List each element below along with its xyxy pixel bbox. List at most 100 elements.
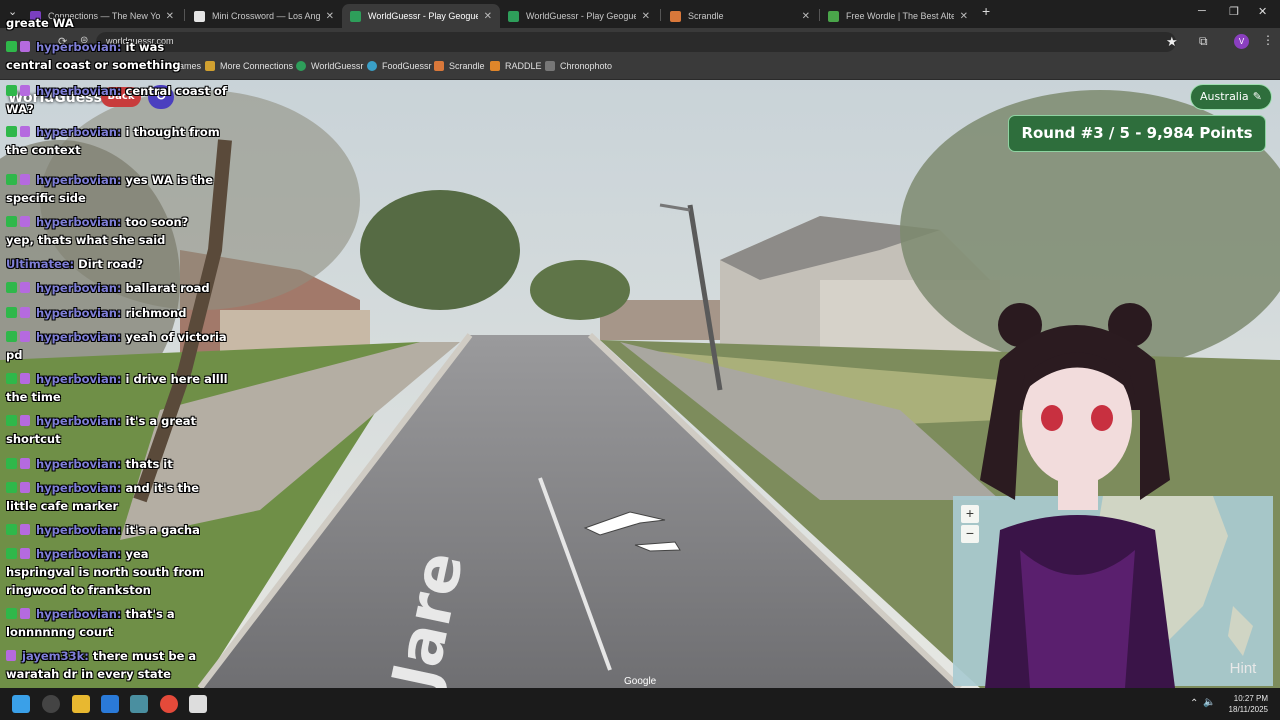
profile-avatar[interactable]: V — [1234, 34, 1249, 49]
chat-message: hyperbovian: and it's the little cafe mar… — [6, 479, 232, 515]
chat-text: Dirt road? — [78, 257, 144, 271]
chat-text: central coast or something — [6, 58, 181, 72]
verified-badge-icon — [6, 282, 17, 293]
clock-date: 18/11/2025 — [1228, 705, 1268, 714]
volume-icon[interactable]: 🔈 — [1203, 697, 1215, 708]
chrome-icon[interactable] — [160, 695, 178, 713]
subscriber-badge-icon — [20, 85, 30, 96]
globe-icon — [296, 61, 306, 71]
close-tab-icon[interactable]: ✕ — [326, 11, 334, 22]
verified-badge-icon — [6, 126, 17, 137]
subscriber-badge-icon — [20, 174, 30, 185]
bookmark-star-icon[interactable]: ★ — [1166, 34, 1178, 50]
tab-title: WorldGuessr - Play Geoguessr Free — [368, 11, 478, 21]
menu-kebab-icon[interactable]: ⋮ — [1262, 33, 1274, 47]
tab-worldguessr-active[interactable]: WorldGuessr - Play Geoguessr Free ✕ — [342, 4, 500, 28]
chat-message: hyperbovian: i thought from the context — [6, 123, 232, 159]
verified-badge-icon — [6, 307, 17, 318]
chat-message: central coast or something — [6, 56, 232, 74]
verified-badge-icon — [6, 458, 17, 469]
system-clock[interactable]: 10:27 PM 18/11/2025 — [1229, 693, 1268, 715]
streamer-avatar — [980, 303, 1175, 688]
verified-badge-icon — [6, 608, 17, 619]
verified-badge-icon — [6, 331, 17, 342]
store-icon[interactable] — [101, 695, 119, 713]
country-guess-pill[interactable]: Australia ✎ — [1190, 84, 1272, 110]
chat-message: hyperbovian: that's a lonnnnnng court — [6, 605, 232, 641]
chat-username: hyperbovian: — [36, 372, 122, 386]
chat-message: hyperbovian: thats it — [6, 455, 232, 473]
chat-message: hyperbovian: yeah of victoria pd — [6, 328, 232, 364]
minimize-icon[interactable]: ─ — [1198, 5, 1206, 17]
hint-button[interactable]: Hint — [1214, 656, 1272, 682]
chat-message: Ultimatee: Dirt road? — [6, 255, 232, 273]
chat-message: greate WA — [6, 14, 232, 32]
subscriber-badge-icon — [20, 307, 30, 318]
wordle-favicon — [828, 10, 839, 22]
close-tab-icon[interactable]: ✕ — [642, 11, 650, 22]
chat-text: thats it — [125, 457, 173, 471]
chat-username: Ultimatee: — [6, 257, 75, 271]
close-tab-icon[interactable]: ✕ — [960, 11, 968, 22]
chat-message: hyperbovian: it's a gacha — [6, 521, 232, 539]
chat-message: jayem33k: there must be a waratah dr in e… — [6, 647, 232, 683]
chat-username: hyperbovian: — [36, 173, 122, 187]
tab-title: Free Wordle | The Best Alternative — [846, 11, 954, 21]
url-field[interactable]: worldguessr.com — [96, 32, 1176, 52]
google-watermark: Google — [624, 676, 657, 687]
chat-text: it was — [125, 40, 165, 54]
close-window-icon[interactable]: ✕ — [1258, 5, 1267, 18]
bookmark-chronophoto[interactable]: Chronophoto — [545, 61, 612, 71]
bookmark-foodguessr[interactable]: FoodGuessr — [367, 61, 432, 71]
bookmark-worldguessr[interactable]: WorldGuessr — [296, 61, 363, 71]
chat-text: ballarat road — [125, 281, 210, 295]
chat-message: hyperbovian: yea — [6, 545, 232, 563]
chat-message: hyperbovian: it's a great shortcut — [6, 412, 232, 448]
tab-title: Scrandle — [688, 11, 724, 21]
new-tab-button[interactable]: + — [982, 3, 990, 19]
tab-free-wordle[interactable]: Free Wordle | The Best Alternative ✕ — [820, 4, 976, 28]
subscriber-badge-icon — [20, 524, 30, 535]
pencil-icon: ✎ — [1252, 90, 1262, 103]
close-tab-icon[interactable]: ✕ — [484, 11, 492, 22]
windows-taskbar: ⌃ 🔈 10:27 PM 18/11/2025 — [0, 688, 1280, 720]
subscriber-badge-icon — [20, 216, 30, 227]
chat-username: hyperbovian: — [36, 523, 122, 537]
verified-badge-icon — [6, 216, 17, 227]
app-icon[interactable] — [189, 695, 207, 713]
chat-message: hyperbovian: richmond — [6, 304, 232, 322]
subscriber-badge-icon — [20, 482, 30, 493]
chat-username: hyperbovian: — [36, 40, 122, 54]
vtube-studio-icon[interactable] — [130, 695, 148, 713]
bookmark-raddle[interactable]: RADDLE — [490, 61, 542, 71]
file-explorer-icon[interactable] — [72, 695, 90, 713]
close-tab-icon[interactable]: ✕ — [802, 11, 810, 22]
camera-icon — [545, 61, 555, 71]
tab-worldguessr[interactable]: WorldGuessr - Play Geoguessr Free ✕ — [500, 4, 658, 28]
chat-message: yep, thats what she said — [6, 231, 232, 249]
subscriber-badge-icon — [20, 126, 30, 137]
subscriber-badge-icon — [20, 415, 30, 426]
round-score-banner: Round #3 / 5 - 9,984 Points — [1008, 115, 1266, 152]
chat-message: hyperbovian: too soon? — [6, 213, 232, 231]
chat-username: hyperbovian: — [36, 457, 122, 471]
extensions-icon[interactable]: ⧉ — [1199, 34, 1208, 49]
chat-username: hyperbovian: — [36, 84, 122, 98]
bookmark-scrandle[interactable]: Scrandle — [434, 61, 485, 71]
chat-text: yea — [125, 547, 149, 561]
chat-username: hyperbovian: — [36, 125, 122, 139]
verified-badge-icon — [6, 524, 17, 535]
chat-text: richmond — [125, 306, 187, 320]
subscriber-badge-icon — [20, 282, 30, 293]
verified-badge-icon — [6, 548, 17, 559]
network-icon[interactable]: ⌃ — [1190, 698, 1198, 709]
obs-icon[interactable] — [42, 695, 60, 713]
tab-scrandle[interactable]: Scrandle ✕ — [662, 4, 818, 28]
scrandle-icon — [434, 61, 444, 71]
subscriber-badge-icon — [20, 373, 30, 384]
verified-badge-icon — [6, 41, 17, 52]
restore-icon[interactable]: ❐ — [1229, 5, 1239, 18]
chat-username: hyperbovian: — [36, 414, 122, 428]
windows-start-icon[interactable] — [12, 695, 30, 713]
tab-title: WorldGuessr - Play Geoguessr Free — [526, 11, 636, 21]
